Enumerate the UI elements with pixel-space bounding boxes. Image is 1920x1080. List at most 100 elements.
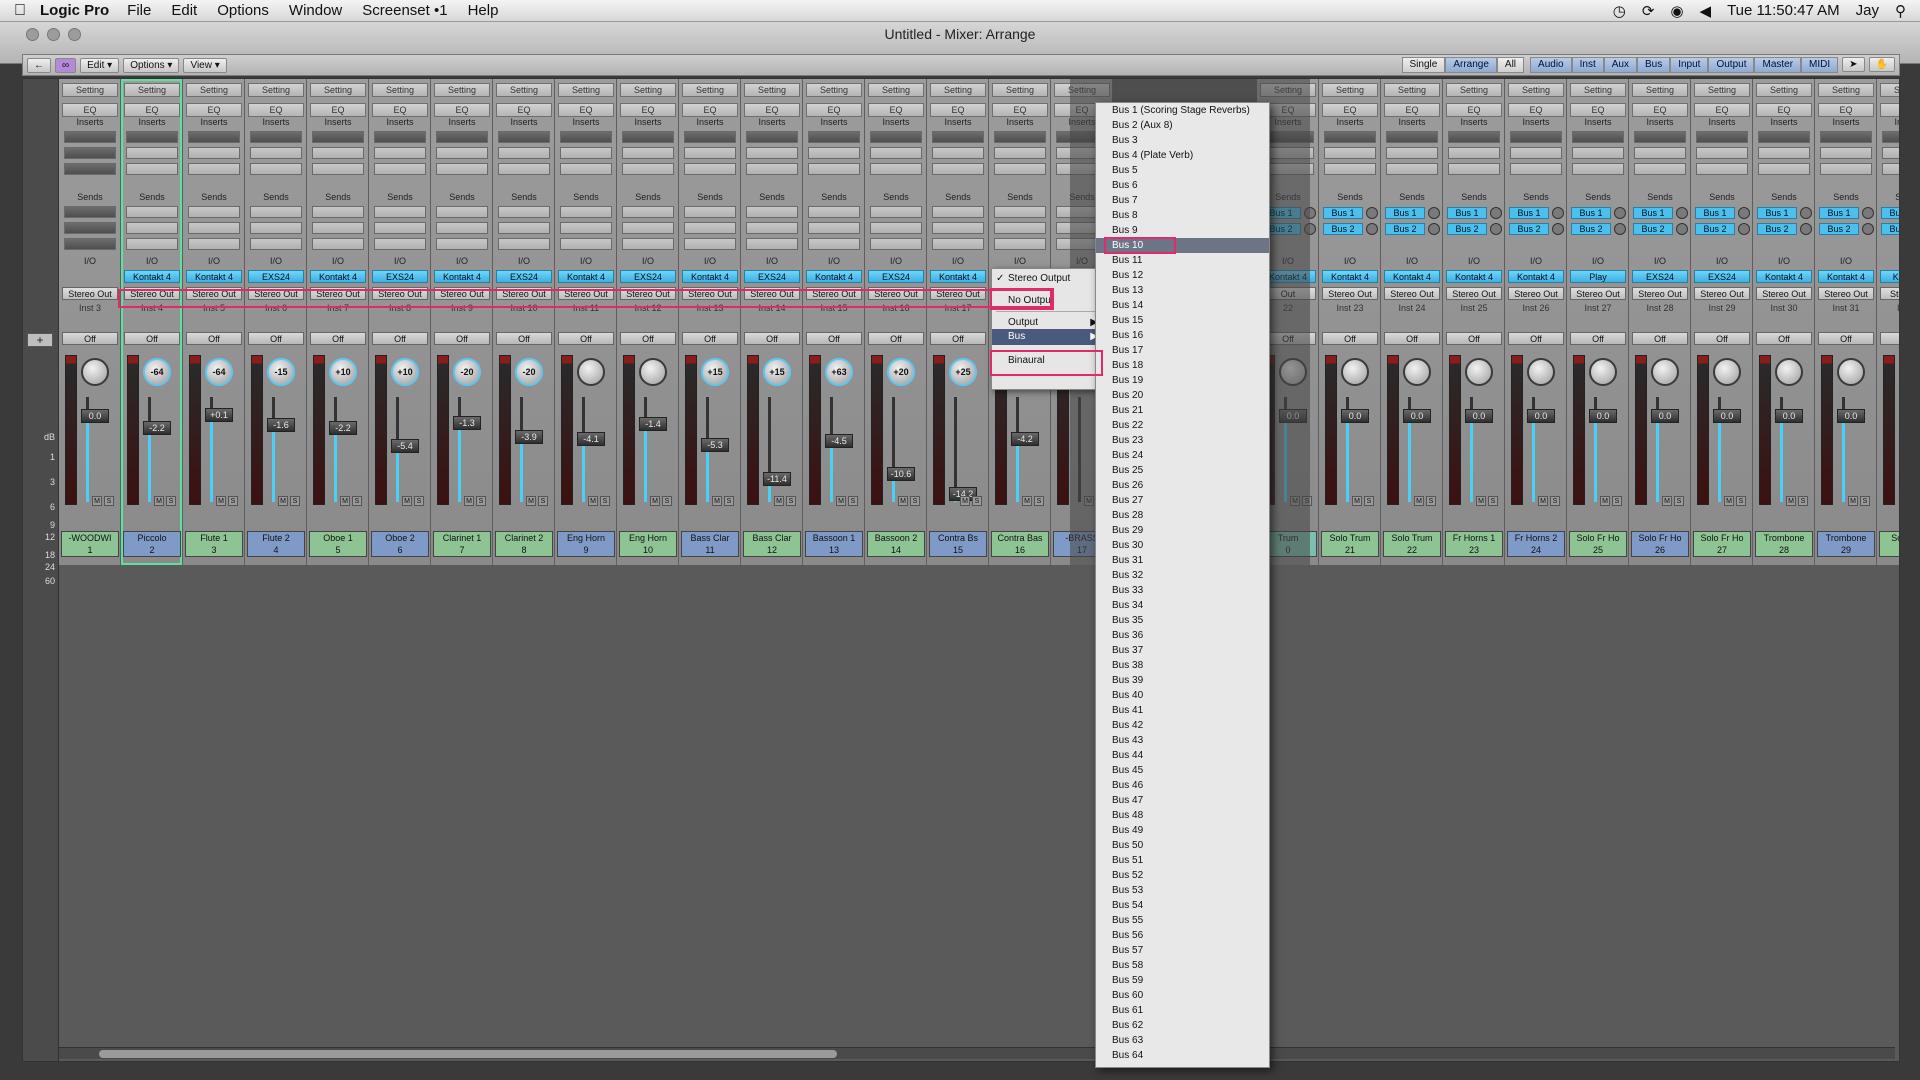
solo-button[interactable]: S	[1674, 496, 1684, 506]
send-slot[interactable]	[622, 222, 674, 234]
bus-menu-item[interactable]: Bus 15	[1096, 313, 1269, 328]
send-level-knob[interactable]	[1676, 223, 1688, 235]
mute-button[interactable]: M	[960, 496, 970, 506]
send-slot[interactable]	[746, 238, 798, 250]
mute-button[interactable]: M	[278, 496, 288, 506]
solo-button[interactable]: S	[1736, 496, 1746, 506]
pan-knob[interactable]	[1899, 358, 1900, 386]
send-slot[interactable]: Bus 2	[1881, 223, 1899, 235]
volume-fader[interactable]: 0.0	[1465, 409, 1493, 423]
output-slot[interactable]: Stereo Out	[1694, 287, 1750, 300]
menu-edit[interactable]: Edit	[171, 2, 197, 19]
bus-menu-item[interactable]: Bus 48	[1096, 808, 1269, 823]
send-slot[interactable]	[994, 206, 1046, 218]
bus-menu-item[interactable]: Bus 36	[1096, 628, 1269, 643]
insert-slot[interactable]	[870, 147, 922, 159]
send-slot[interactable]	[250, 206, 302, 218]
apple-icon[interactable]: 	[0, 2, 40, 20]
volume-fader[interactable]: -2.2	[143, 421, 171, 436]
pointer-tool-icon[interactable]: ➤	[1842, 57, 1865, 72]
insert-slot[interactable]	[560, 147, 612, 159]
insert-slot[interactable]	[1510, 147, 1562, 159]
solo-button[interactable]: S	[104, 496, 114, 506]
bus-menu-item[interactable]: Bus 16	[1096, 328, 1269, 343]
automation-button[interactable]: Off	[806, 332, 862, 345]
bus-menu-item[interactable]: Bus 47	[1096, 793, 1269, 808]
output-slot[interactable]: Stereo Out	[682, 287, 738, 300]
send-level-knob[interactable]	[1552, 207, 1564, 219]
volume-fader[interactable]: -10.6	[887, 467, 915, 482]
send-level-knob[interactable]	[1676, 207, 1688, 219]
track-name-box[interactable]: Oboe 1 5	[309, 531, 367, 557]
send-slot[interactable]: Bus 2	[1571, 223, 1611, 235]
track-name-box[interactable]: Bassoon 2 14	[867, 531, 925, 557]
send-slot[interactable]	[870, 222, 922, 234]
eq-button[interactable]: EQ	[682, 103, 738, 117]
sync-icon[interactable]: ⟳	[1642, 2, 1655, 20]
mode-arrange[interactable]: Arrange	[1445, 57, 1497, 73]
bus-menu-item[interactable]: Bus 38	[1096, 658, 1269, 673]
bus-menu-item[interactable]: Bus 53	[1096, 883, 1269, 898]
send-level-knob[interactable]	[1614, 223, 1626, 235]
volume-fader[interactable]: -3.9	[515, 430, 543, 445]
instrument-slot[interactable]: EXS24	[620, 270, 676, 283]
insert-slot[interactable]	[498, 147, 550, 159]
bus-menu-item[interactable]: Bus 20	[1096, 388, 1269, 403]
track-name-box[interactable]: Fr Horns 1 23	[1445, 531, 1503, 557]
output-slot[interactable]: Stereo Out	[496, 287, 552, 300]
send-slot[interactable]	[64, 206, 116, 218]
track-name-box[interactable]: Bass Clar 11	[681, 531, 739, 557]
automation-button[interactable]: Off	[1818, 332, 1874, 345]
eq-button[interactable]: EQ	[930, 103, 986, 117]
automation-button[interactable]: Off	[186, 332, 242, 345]
send-slot[interactable]	[64, 222, 116, 234]
send-slot[interactable]: Bus 1	[1509, 207, 1549, 219]
setting-button[interactable]: Setting	[124, 83, 180, 97]
eq-button[interactable]: EQ	[1756, 103, 1812, 117]
insert-slot[interactable]	[1324, 163, 1376, 175]
filter-output[interactable]: Output	[1708, 57, 1755, 73]
send-slot[interactable]: Bus 2	[1633, 223, 1673, 235]
insert-slot[interactable]	[994, 131, 1046, 143]
insert-slot[interactable]	[1572, 163, 1624, 175]
bus-menu-item[interactable]: Bus 22	[1096, 418, 1269, 433]
insert-slot[interactable]	[126, 131, 178, 143]
mute-button[interactable]: M	[836, 496, 846, 506]
send-slot[interactable]	[560, 206, 612, 218]
pan-knob[interactable]	[1713, 358, 1741, 386]
send-slot[interactable]	[932, 206, 984, 218]
send-slot[interactable]: Bus 2	[1509, 223, 1549, 235]
mute-button[interactable]: M	[650, 496, 660, 506]
hand-tool-icon[interactable]: ✋	[1868, 57, 1895, 72]
automation-button[interactable]: Off	[868, 332, 924, 345]
solo-button[interactable]: S	[724, 496, 734, 506]
solo-button[interactable]: S	[1488, 496, 1498, 506]
track-name-box[interactable]: Solo Fr Ho 26	[1631, 531, 1689, 557]
mute-button[interactable]: M	[1662, 496, 1672, 506]
bus-menu-item[interactable]: Bus 64	[1096, 1048, 1269, 1063]
solo-button[interactable]: S	[1612, 496, 1622, 506]
eq-button[interactable]: EQ	[1694, 103, 1750, 117]
insert-slot[interactable]	[1572, 147, 1624, 159]
track-name-box[interactable]: Eng Horn 9	[557, 531, 615, 557]
send-slot[interactable]	[560, 238, 612, 250]
insert-slot[interactable]	[1758, 131, 1810, 143]
instrument-slot[interactable]: Kontakt 4	[682, 270, 738, 283]
bus-menu-item[interactable]: Bus 56	[1096, 928, 1269, 943]
pan-knob[interactable]: -64	[205, 358, 233, 386]
automation-button[interactable]: Off	[434, 332, 490, 345]
volume-fader[interactable]: 0.0	[1589, 409, 1617, 423]
output-slot[interactable]: Stereo Out	[1570, 287, 1626, 300]
send-slot[interactable]	[622, 238, 674, 250]
send-level-knob[interactable]	[1800, 223, 1812, 235]
insert-slot[interactable]	[1634, 131, 1686, 143]
solo-button[interactable]: S	[1798, 496, 1808, 506]
insert-slot[interactable]	[312, 163, 364, 175]
insert-slot[interactable]	[684, 147, 736, 159]
pan-knob[interactable]	[1651, 358, 1679, 386]
send-level-knob[interactable]	[1366, 223, 1378, 235]
filter-input[interactable]: Input	[1670, 57, 1709, 73]
timemachine-icon[interactable]: ◷	[1613, 2, 1626, 20]
instrument-slot[interactable]: Kontakt 4	[124, 270, 180, 283]
solo-button[interactable]: S	[476, 496, 486, 506]
